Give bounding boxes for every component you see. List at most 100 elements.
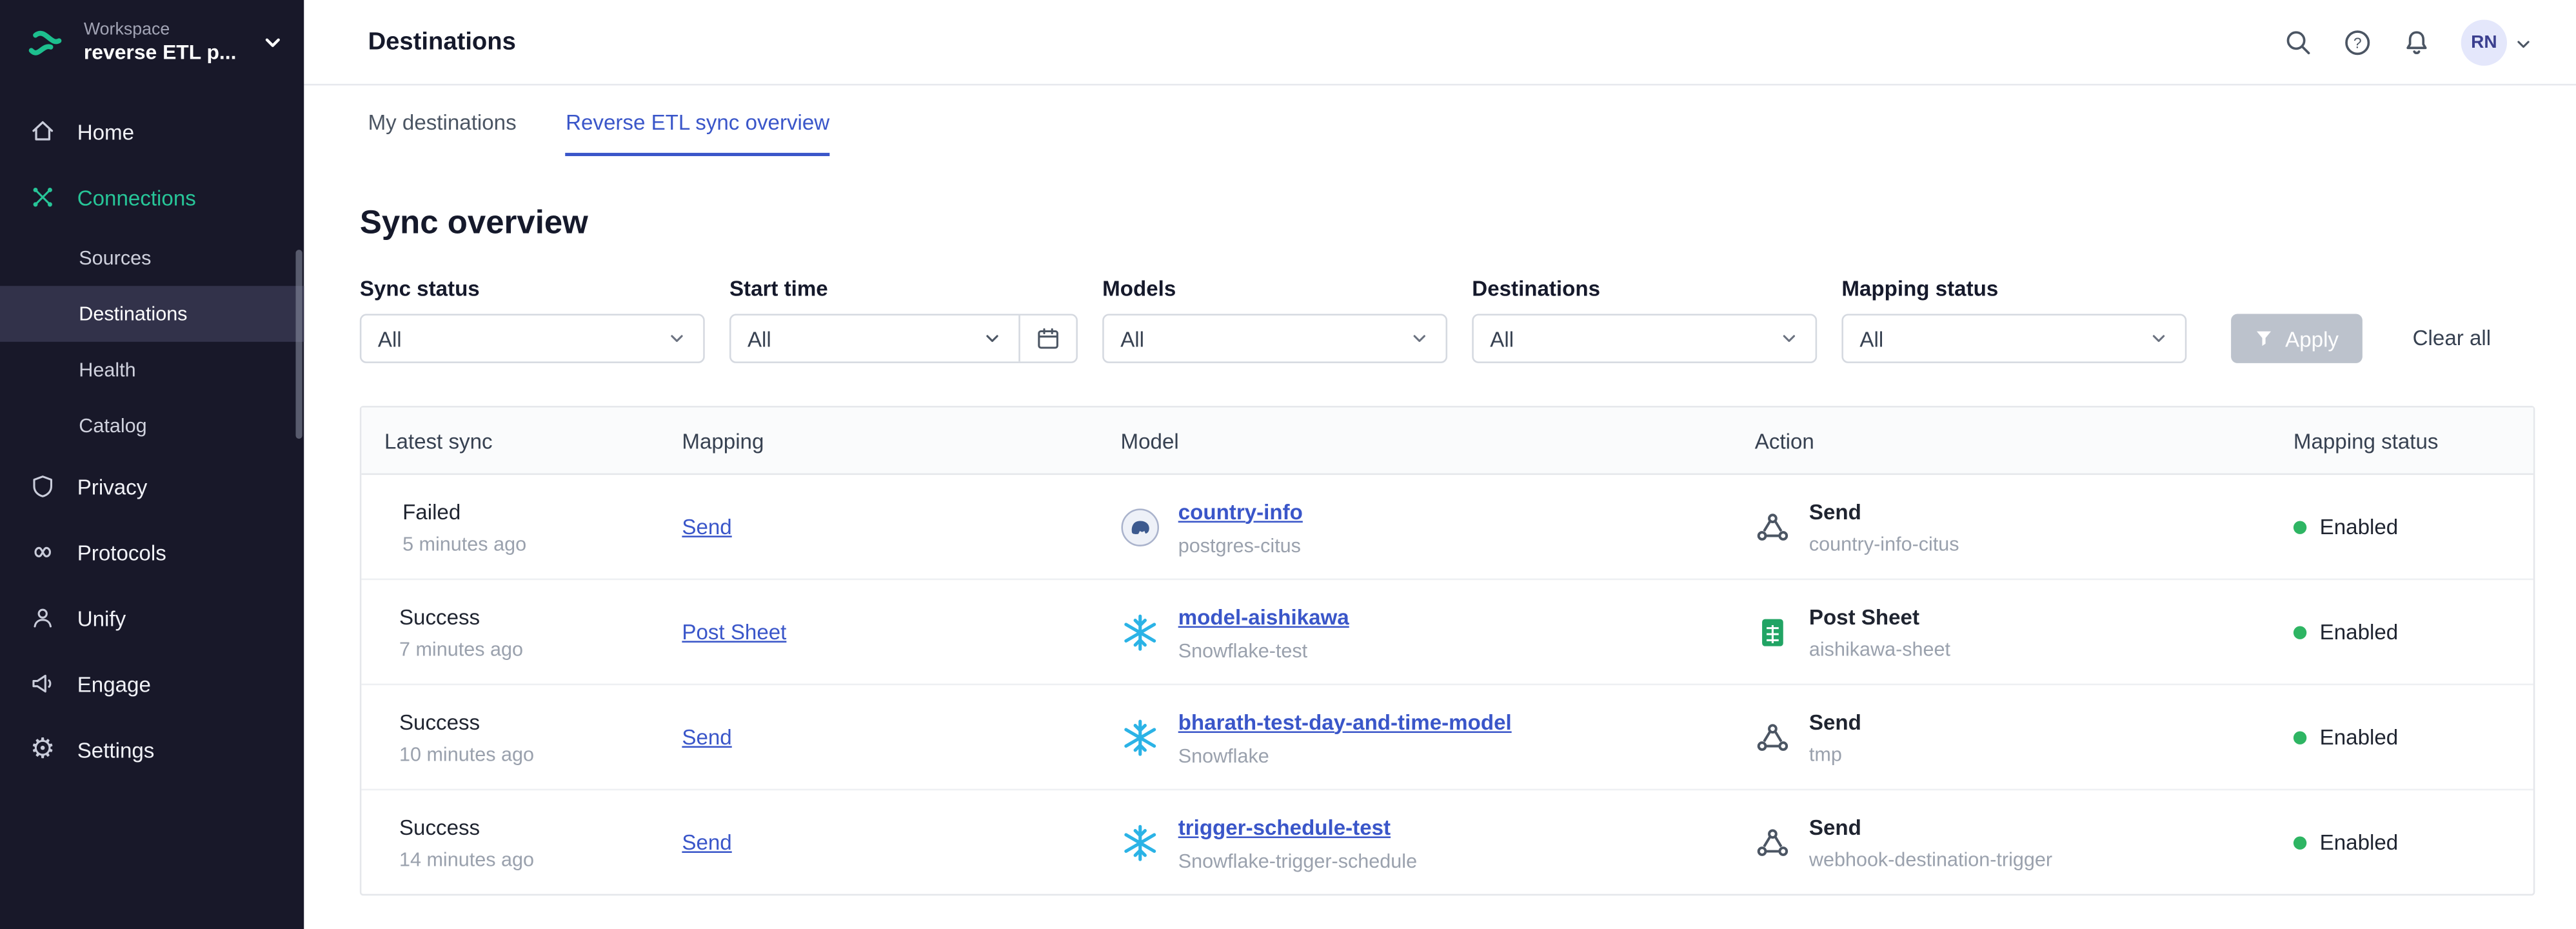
sidebar-item-label: Settings xyxy=(77,737,155,761)
sync-status-select[interactable]: All xyxy=(360,314,705,363)
bell-icon[interactable] xyxy=(2402,27,2432,57)
snowflake-icon xyxy=(1121,717,1160,757)
latest-sync-cell: Success 14 minutes ago xyxy=(361,814,659,870)
sync-status: Success xyxy=(399,709,534,735)
mapping-status-label: Enabled xyxy=(2320,514,2399,539)
sync-status: Failed xyxy=(402,499,526,525)
sidebar-item-engage[interactable]: Engage xyxy=(0,651,304,717)
latest-sync-cell: Success 10 minutes ago xyxy=(361,709,659,765)
sidebar-item-home[interactable]: Home xyxy=(0,99,304,165)
model-link[interactable]: model-aishikawa xyxy=(1178,604,1349,628)
sync-time: 14 minutes ago xyxy=(399,847,534,870)
sync-time: 7 minutes ago xyxy=(399,637,523,660)
calendar-icon xyxy=(1035,325,1062,352)
search-icon[interactable] xyxy=(2284,27,2313,57)
column-latest-sync: Latest sync xyxy=(361,428,659,453)
rudderstack-logo-icon xyxy=(23,21,68,65)
sidebar-item-label: Connections xyxy=(77,185,196,210)
mapping-status-cell: Enabled xyxy=(2270,619,2533,644)
mapping-status-select[interactable]: All xyxy=(1841,314,2186,363)
user-menu[interactable]: RN xyxy=(2461,19,2533,65)
sidebar-item-label: Engage xyxy=(77,672,151,696)
model-link[interactable]: bharath-test-day-and-time-model xyxy=(1178,709,1512,734)
sync-time: 5 minutes ago xyxy=(402,532,526,555)
model-link[interactable]: trigger-schedule-test xyxy=(1178,814,1391,839)
action-target: webhook-destination-trigger xyxy=(1809,847,2052,870)
mapping-cell: Send xyxy=(659,828,1098,857)
sidebar-item-sources[interactable]: Sources xyxy=(0,230,304,286)
filter-mapping-status: Mapping status All xyxy=(1841,276,2186,363)
sidebar-item-privacy[interactable]: Privacy xyxy=(0,454,304,519)
filter-models: Models All xyxy=(1102,276,1447,363)
home-icon xyxy=(30,118,56,145)
table-header: Latest sync Mapping Model Action Mapping… xyxy=(361,408,2533,475)
filter-start-time: Start time All xyxy=(729,276,1078,363)
mapping-link[interactable]: Send xyxy=(682,724,731,748)
table-row: Success 7 minutes ago Post Sheet model-a… xyxy=(361,580,2533,685)
column-mapping: Mapping xyxy=(659,428,1098,453)
chevron-down-icon xyxy=(1409,328,1429,348)
apply-button[interactable]: Apply xyxy=(2231,314,2362,363)
mapping-status-label: Enabled xyxy=(2320,724,2399,749)
mapping-cell: Post Sheet xyxy=(659,617,1098,646)
model-link[interactable]: country-info xyxy=(1178,499,1303,523)
tab-reverse-etl-sync-overview[interactable]: Reverse ETL sync overview xyxy=(566,110,829,156)
mapping-link[interactable]: Send xyxy=(682,829,731,854)
chevron-down-icon xyxy=(982,328,1002,348)
sidebar-item-destinations[interactable]: Destinations xyxy=(0,286,304,342)
chevron-down-icon xyxy=(2513,32,2533,52)
filter-label: Start time xyxy=(729,276,1078,301)
person-icon xyxy=(30,604,56,631)
start-time-select[interactable]: All xyxy=(731,315,1019,361)
action-name: Send xyxy=(1809,709,1861,735)
mapping-link[interactable]: Send xyxy=(682,514,731,538)
sync-overview-table: Latest sync Mapping Model Action Mapping… xyxy=(360,406,2535,895)
mapping-link[interactable]: Post Sheet xyxy=(682,619,786,643)
model-cell: trigger-schedule-test Snowflake-trigger-… xyxy=(1098,813,1732,872)
apply-label: Apply xyxy=(2285,326,2339,351)
sidebar-item-protocols[interactable]: Protocols xyxy=(0,519,304,585)
sidebar-item-label: Privacy xyxy=(77,474,148,499)
shield-icon xyxy=(30,474,56,500)
webhook-icon xyxy=(1755,508,1791,544)
protocols-icon xyxy=(30,539,56,565)
action-cell: Send country-info-citus xyxy=(1732,499,2270,555)
table-row: Failed 5 minutes ago Send country-info p… xyxy=(361,475,2533,580)
filter-sync-status: Sync status All xyxy=(360,276,705,363)
calendar-button[interactable] xyxy=(1018,315,1076,361)
clear-all-link[interactable]: Clear all xyxy=(2413,314,2491,363)
workspace-label: Workspace xyxy=(84,20,245,41)
start-time-control: All xyxy=(729,314,1078,363)
sidebar-item-health[interactable]: Health xyxy=(0,342,304,398)
top-bar: Destinations ? RN xyxy=(304,0,2576,85)
sidebar-scrollbar[interactable] xyxy=(295,250,302,439)
enabled-dot-icon xyxy=(2294,835,2306,848)
sidebar-item-unify[interactable]: Unify xyxy=(0,585,304,651)
workspace-switcher[interactable]: Workspace reverse ETL p... xyxy=(0,0,304,85)
table-row: Success 14 minutes ago Send trigger-sche… xyxy=(361,790,2533,894)
mapping-status-label: Enabled xyxy=(2320,830,2399,854)
action-target: country-info-citus xyxy=(1809,532,1959,555)
enabled-dot-icon xyxy=(2294,520,2306,533)
sidebar-item-settings[interactable]: ⚙ Settings xyxy=(0,717,304,783)
help-icon[interactable]: ? xyxy=(2343,27,2372,57)
sync-time: 10 minutes ago xyxy=(399,742,534,765)
mapping-cell: Send xyxy=(659,512,1098,541)
action-cell: Post Sheet aishikawa-sheet xyxy=(1732,604,2270,660)
filter-bar: Sync status All Start time All xyxy=(304,276,2576,363)
tab-my-destinations[interactable]: My destinations xyxy=(368,110,517,156)
webhook-icon xyxy=(1755,719,1791,755)
mapping-status-cell: Enabled xyxy=(2270,514,2533,539)
sidebar-item-catalog[interactable]: Catalog xyxy=(0,397,304,454)
gear-icon: ⚙ xyxy=(30,736,56,763)
column-action: Action xyxy=(1732,428,2270,453)
avatar[interactable]: RN xyxy=(2461,19,2507,65)
sidebar-item-connections[interactable]: Connections xyxy=(0,165,304,230)
mapping-cell: Send xyxy=(659,722,1098,752)
column-model: Model xyxy=(1098,428,1732,453)
models-select[interactable]: All xyxy=(1102,314,1447,363)
snowflake-icon xyxy=(1121,612,1160,652)
filter-label: Models xyxy=(1102,276,1447,301)
destinations-select[interactable]: All xyxy=(1472,314,1817,363)
select-value: All xyxy=(1859,326,1883,351)
